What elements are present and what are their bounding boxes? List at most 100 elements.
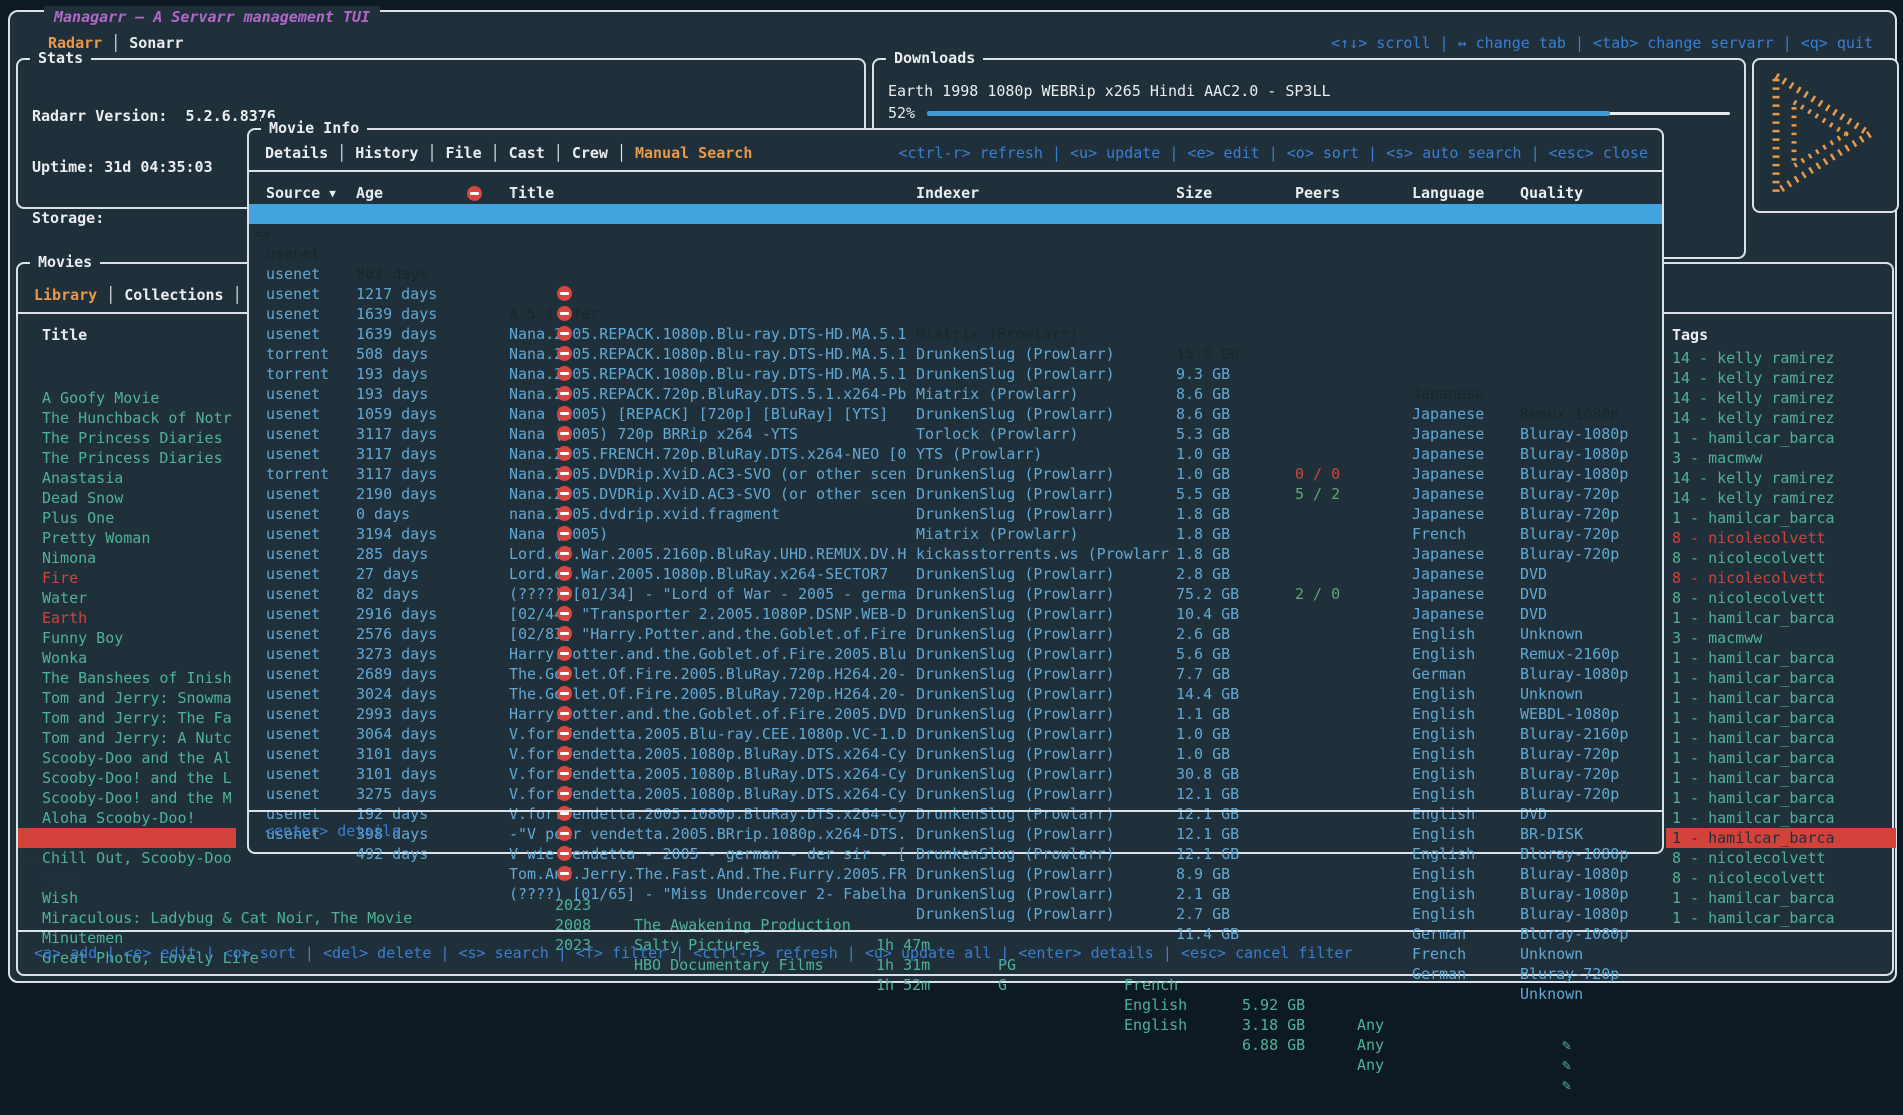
search-result-row[interactable]: => usenet 3117 days Nana.2005.DVDRip.Xvi… <box>249 384 1662 404</box>
search-result-row[interactable]: => usenet 3101 days V.for.Vendetta.2005.… <box>249 684 1662 704</box>
movie-list-item[interactable]: => Nana <box>18 828 236 848</box>
movie-tag[interactable]: 1 - hamilcar_barca <box>1666 688 1896 708</box>
source-column-header[interactable]: Source▼ <box>266 184 336 202</box>
movie-tag[interactable]: 8 - nicolecolvett <box>1666 528 1896 548</box>
tab-crew[interactable]: Crew <box>572 144 608 162</box>
movie-tag[interactable]: 1 - hamilcar_barca <box>1666 608 1896 628</box>
movie-list-item[interactable]: => The Princess Diaries <box>18 408 236 428</box>
search-result-row[interactable]: => usenet 2916 days Harry.Potter.and.the… <box>249 544 1662 564</box>
tab-collections[interactable]: Collections <box>124 286 223 304</box>
movie-list-item[interactable]: => Tom and Jerry: Snowma <box>18 648 236 668</box>
movie-list-item[interactable]: => Wish <box>18 848 236 868</box>
tab-cast[interactable]: Cast <box>509 144 545 162</box>
tab-manual-search[interactable]: Manual Search <box>635 144 752 162</box>
movie-list-item[interactable]: => Aloha Scooby-Doo! <box>18 768 236 788</box>
indexer-cell: DrunkenSlug (Prowlarr) <box>916 804 1115 824</box>
search-result-row[interactable]: => torrent 193 days Nana (2005) [REPACK]… <box>249 304 1662 324</box>
movie-list-item[interactable]: => Dead Snow <box>18 448 236 468</box>
tab-sonarr[interactable]: Sonarr <box>129 34 183 52</box>
search-result-row[interactable]: => usenet 1217 days Nana.2005.REPACK.108… <box>249 224 1662 244</box>
indexer-column-header: Indexer <box>916 184 979 202</box>
movie-list-item[interactable]: => Scooby-Doo and the Al <box>18 708 236 728</box>
movie-tag[interactable]: 8 - nicolecolvett <box>1666 848 1896 868</box>
search-result-row[interactable]: => usenet 192 days V wie Vendetta - 2005… <box>249 744 1662 764</box>
movie-tag[interactable]: 1 - hamilcar_barca <box>1666 828 1896 848</box>
movie-list-item[interactable]: => Scooby-Doo! Pirates A <box>18 788 236 808</box>
movie-tag[interactable]: 3 - macmww <box>1666 628 1896 648</box>
movie-tag[interactable]: 14 - kelly ramirez <box>1666 388 1896 408</box>
tab-details[interactable]: Details <box>265 144 328 162</box>
search-result-row[interactable]: => usenet 802 days A 5.1-PTer Miatrix (P… <box>249 204 1662 224</box>
movie-tag[interactable]: 1 - hamilcar_barca <box>1666 668 1896 688</box>
movie-tag[interactable]: 8 - nicolecolvett <box>1666 568 1896 588</box>
movie-tag[interactable]: 1 - hamilcar_barca <box>1666 708 1896 728</box>
movie-list-item[interactable]: => Water <box>18 548 236 568</box>
movie-tag[interactable]: 1 - hamilcar_barca <box>1666 788 1896 808</box>
movie-tag[interactable]: 1 - hamilcar_barca <box>1666 728 1896 748</box>
movie-tag[interactable]: 14 - kelly ramirez <box>1666 488 1896 508</box>
movie-list-item[interactable]: => Tom and Jerry: The Fa <box>18 668 236 688</box>
search-result-row[interactable]: => usenet 285 days (????) [01/34] - "Lor… <box>249 484 1662 504</box>
modal-tabs-divider <box>249 170 1662 172</box>
search-result-row[interactable]: => usenet 398 days Tom.And.Jerry.The.Fas… <box>249 764 1662 784</box>
movie-list-item[interactable]: => Pretty Woman <box>18 488 236 508</box>
movie-tag[interactable]: 1 - hamilcar_barca <box>1666 648 1896 668</box>
tab-library[interactable]: Library <box>34 286 97 304</box>
movie-list-item[interactable]: => Plus One <box>18 468 236 488</box>
movie-tag[interactable]: 1 - hamilcar_barca <box>1666 808 1896 828</box>
movie-list-item[interactable]: => The Banshees of Inish <box>18 628 236 648</box>
search-result-row[interactable]: => usenet 3273 days The.Goblet.Of.Fire.2… <box>249 584 1662 604</box>
movie-list-item[interactable]: => Anastasia <box>18 428 236 448</box>
movie-size: 6.88 GB <box>1242 1035 1305 1055</box>
movie-list-item[interactable]: => Scooby-Doo! and the L <box>18 728 236 748</box>
search-result-row[interactable]: => usenet 3117 days nana.2005.dvdrip.xvi… <box>249 404 1662 424</box>
movie-tag[interactable]: 1 - hamilcar_barca <box>1666 768 1896 788</box>
search-result-row[interactable]: => torrent 2190 days Nana (2005) kickass… <box>249 424 1662 444</box>
movie-tag[interactable]: 14 - kelly ramirez <box>1666 408 1896 428</box>
movie-tag[interactable]: 14 - kelly ramirez <box>1666 368 1896 388</box>
search-result-row[interactable]: => usenet 1639 days Nana.2005.REPACK.108… <box>249 264 1662 284</box>
search-result-row[interactable]: => usenet 3024 days V.for.Vendetta.2005.… <box>249 624 1662 644</box>
movie-tag[interactable]: 1 - hamilcar_barca <box>1666 508 1896 528</box>
search-result-row[interactable]: => usenet 0 days Lord.of.War.2005.2160p.… <box>249 444 1662 464</box>
tab-separator: │ <box>545 144 572 162</box>
movie-list-item[interactable]: => The Princess Diaries <box>18 388 236 408</box>
monitored-pen-icon: ✎ <box>1562 1035 1571 1055</box>
movie-list-item[interactable]: => A Goofy Movie <box>18 348 236 368</box>
search-result-row[interactable]: => usenet 27 days [02/44] "Transporter 2… <box>249 504 1662 524</box>
search-result-row[interactable]: => usenet 1059 days Nana.2005.FRENCH.720… <box>249 344 1662 364</box>
search-result-row[interactable]: => usenet 3194 days Lord.of.War.2005.108… <box>249 464 1662 484</box>
movie-list-item[interactable]: => Chill Out, Scooby-Doo <box>18 808 236 828</box>
movie-tag[interactable]: 14 - kelly ramirez <box>1666 468 1896 488</box>
search-result-row[interactable]: => usenet 3275 days -"V pour vendetta.20… <box>249 724 1662 744</box>
movie-tag[interactable]: 3 - macmww <box>1666 448 1896 468</box>
search-result-row[interactable]: => usenet 3064 days V.for.Vendetta.2005.… <box>249 664 1662 684</box>
tab-separator: │ <box>608 144 635 162</box>
movie-tag[interactable]: 1 - hamilcar_barca <box>1666 428 1896 448</box>
movie-tag[interactable]: 14 - kelly ramirez <box>1666 348 1896 368</box>
search-result-row[interactable]: => usenet 1639 days Nana.2005.REPACK.108… <box>249 244 1662 264</box>
search-result-row[interactable]: => torrent 193 days Nana (2005) 720p BRR… <box>249 324 1662 344</box>
movie-tag[interactable]: 8 - nicolecolvett <box>1666 548 1896 568</box>
search-result-row[interactable]: => usenet 492 days (????) [01/65] - "Mis… <box>249 784 1662 804</box>
tab-history[interactable]: History <box>355 144 418 162</box>
search-result-row[interactable]: => usenet 2993 days V.for.Vendetta.2005.… <box>249 644 1662 664</box>
movie-tag[interactable]: 1 - hamilcar_barca <box>1666 748 1896 768</box>
movie-list-item[interactable]: => Earth <box>18 568 236 588</box>
search-result-row[interactable]: => usenet 3117 days Nana.2005.DVDRip.Xvi… <box>249 364 1662 384</box>
search-result-row[interactable]: => usenet 508 days Nana.2005.REPACK.720p… <box>249 284 1662 304</box>
movie-list-item[interactable]: => Fire <box>18 528 236 548</box>
movie-list-item[interactable]: => Scooby-Doo! and the M <box>18 748 236 768</box>
search-result-row[interactable]: => usenet 3101 days V.for.Vendetta.2005.… <box>249 704 1662 724</box>
movie-list-item[interactable]: => Wonka <box>18 608 236 628</box>
movie-list-item[interactable]: => The Hunchback of Notr <box>18 368 236 388</box>
tab-file[interactable]: File <box>446 144 482 162</box>
movie-list-item[interactable]: => Funny Boy <box>18 588 236 608</box>
radarr-version-line: Radarr Version: 5.2.6.8376 <box>32 108 276 125</box>
movie-tag[interactable]: 8 - nicolecolvett <box>1666 588 1896 608</box>
search-result-row[interactable]: => usenet 82 days [02/83] "Harry.Potter.… <box>249 524 1662 544</box>
movie-list-item[interactable]: => Tom and Jerry: A Nutc <box>18 688 236 708</box>
search-result-row[interactable]: => usenet 2689 days Harry.Potter.and.the… <box>249 604 1662 624</box>
movie-list-item[interactable]: => Nimona <box>18 508 236 528</box>
search-result-row[interactable]: => usenet 2576 days The.Goblet.Of.Fire.2… <box>249 564 1662 584</box>
